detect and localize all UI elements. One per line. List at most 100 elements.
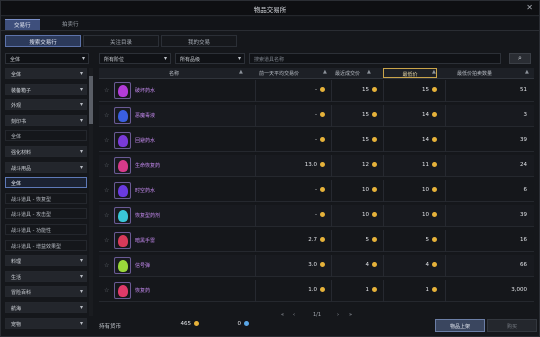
first-page-button[interactable]: « bbox=[281, 312, 284, 318]
item-icon bbox=[114, 282, 131, 299]
avg-price-value: 2.7 bbox=[308, 237, 317, 243]
close-icon[interactable]: ✕ bbox=[526, 3, 533, 12]
tier-dropdown[interactable]: 所有阶位 ▾ bbox=[99, 53, 171, 64]
avg-price-value: - bbox=[315, 187, 317, 193]
star-icon[interactable]: ☆ bbox=[104, 287, 109, 294]
header-lowest-price[interactable]: 最低价 bbox=[383, 68, 437, 78]
star-icon[interactable]: ☆ bbox=[104, 112, 109, 119]
sidebar-item[interactable]: 战斗道具 - 恢复型 bbox=[5, 192, 87, 204]
column-divider bbox=[383, 155, 384, 177]
last-page-button[interactable]: » bbox=[349, 312, 352, 318]
next-page-button[interactable]: › bbox=[337, 312, 339, 318]
chevron-down-icon: ▾ bbox=[79, 319, 83, 327]
lowest-price-value: 10 bbox=[422, 187, 429, 193]
register-item-button[interactable]: 物品上架 bbox=[435, 319, 485, 332]
table-row[interactable]: ☆ 破坏药水 - 15 15 51 bbox=[99, 80, 534, 102]
lowest-count-cell: 16 bbox=[520, 237, 527, 243]
sidebar-item[interactable]: 外观 ▾ bbox=[5, 99, 87, 111]
header-name[interactable]: 名称 bbox=[169, 70, 179, 77]
search-input[interactable]: 搜索道具名称 bbox=[249, 53, 501, 64]
sidebar-item[interactable]: 全体 bbox=[5, 130, 87, 142]
column-divider bbox=[255, 205, 256, 227]
column-divider bbox=[255, 180, 256, 202]
recent-price-cell: 10 bbox=[335, 187, 377, 193]
category-dropdown[interactable]: 全体 ▾ bbox=[5, 53, 89, 64]
star-icon[interactable]: ☆ bbox=[104, 212, 109, 219]
tab-search-trade[interactable]: 搜索交易行 bbox=[5, 35, 81, 47]
avg-price-value: - bbox=[315, 137, 317, 143]
sort-icon[interactable]: ▲ bbox=[367, 69, 371, 75]
tab-trade[interactable]: 交易行 bbox=[5, 19, 40, 30]
sort-icon[interactable]: ▲ bbox=[239, 69, 243, 75]
gold-coin-icon bbox=[372, 112, 377, 117]
sidebar-item-label: 全体 bbox=[11, 181, 22, 188]
sidebar-item[interactable]: 战斗道具 - 攻击型 bbox=[5, 208, 87, 220]
column-divider bbox=[331, 205, 332, 227]
header-lowest-count[interactable]: 最低价拍卖数量 bbox=[457, 70, 492, 77]
search-button[interactable]: ⌕ bbox=[509, 53, 531, 64]
star-icon[interactable]: ☆ bbox=[104, 187, 109, 194]
recent-price-value: 1 bbox=[365, 287, 370, 293]
sidebar-item[interactable]: 生活 ▾ bbox=[5, 270, 87, 282]
item-icon bbox=[114, 82, 131, 99]
gold-coin-icon bbox=[432, 162, 437, 167]
table-row[interactable]: ☆ 恢复型药剂 - 10 10 39 bbox=[99, 205, 534, 227]
star-icon[interactable]: ☆ bbox=[104, 162, 109, 169]
lowest-price-value: 14 bbox=[422, 112, 429, 118]
star-icon[interactable]: ☆ bbox=[104, 87, 109, 94]
header-avg-price[interactable]: 前一天平均交易价 bbox=[259, 70, 299, 77]
gold-coin-icon bbox=[432, 187, 437, 192]
sidebar-item[interactable]: 冒险百科 ▾ bbox=[5, 286, 87, 298]
table-row[interactable]: ☆ 恶魔毒液 - 15 14 3 bbox=[99, 105, 534, 127]
tab-watchlist[interactable]: 关注目录 bbox=[83, 35, 159, 47]
sidebar-item-label: 全体 bbox=[11, 72, 22, 78]
sidebar-item-label: 战斗道具 - 功能性 bbox=[11, 228, 51, 234]
sidebar-item[interactable]: 全体 ▾ bbox=[5, 68, 87, 79]
table-row[interactable]: ☆ 暗黑手雷 2.7 5 5 16 bbox=[99, 230, 534, 252]
avg-price-cell: 3.0 bbox=[265, 262, 325, 268]
sidebar-item[interactable]: 宠物 ▾ bbox=[5, 317, 87, 329]
column-divider bbox=[255, 80, 256, 102]
table-row[interactable]: ☆ 信号弹 3.0 4 4 66 bbox=[99, 255, 534, 277]
lowest-count-cell: 3,000 bbox=[511, 287, 527, 293]
tab-auction[interactable]: 拍卖行 bbox=[53, 19, 88, 30]
table-row[interactable]: ☆ 回避药水 - 15 14 39 bbox=[99, 130, 534, 152]
column-divider bbox=[445, 180, 446, 202]
sidebar-item[interactable]: 刻印书 ▾ bbox=[5, 114, 87, 126]
sidebar-item[interactable]: 战斗用品 ▾ bbox=[5, 161, 87, 173]
table-header: 名称 ▲ 前一天平均交易价 ▲ 最近成交价 ▲ 最低价 ▲ 最低价拍卖数量 ▲ bbox=[99, 68, 534, 79]
lowest-price-value: 5 bbox=[425, 237, 430, 243]
sidebar-item[interactable]: 战斗道具 - 增益效果型 bbox=[5, 239, 87, 251]
column-divider bbox=[383, 280, 384, 302]
potion-icon bbox=[118, 135, 128, 147]
sidebar-item[interactable]: 料理 ▾ bbox=[5, 255, 87, 267]
table-row[interactable]: ☆ 生命恢复药 13.0 12 11 24 bbox=[99, 155, 534, 177]
sidebar-item[interactable]: 装备箱子 ▾ bbox=[5, 83, 87, 95]
grade-dropdown[interactable]: 所有品级 ▾ bbox=[175, 53, 245, 64]
potion-icon bbox=[118, 185, 128, 197]
scrollbar-thumb[interactable] bbox=[89, 76, 93, 124]
star-icon[interactable]: ☆ bbox=[104, 137, 109, 144]
star-icon[interactable]: ☆ bbox=[104, 262, 109, 269]
sidebar-item-label: 战斗用品 bbox=[11, 165, 32, 172]
column-divider bbox=[445, 255, 446, 277]
sort-icon[interactable]: ▲ bbox=[525, 69, 529, 75]
column-divider bbox=[445, 80, 446, 102]
header-recent-price[interactable]: 最近成交价 bbox=[335, 70, 360, 77]
column-divider bbox=[383, 180, 384, 202]
table-row[interactable]: ☆ 恢复药 1.0 1 1 3,000 bbox=[99, 280, 534, 302]
item-icon bbox=[114, 232, 131, 249]
lowest-price-value: 10 bbox=[422, 212, 429, 218]
prev-page-button[interactable]: ‹ bbox=[293, 312, 295, 318]
sort-icon[interactable]: ▲ bbox=[323, 69, 327, 75]
buy-button[interactable]: 购买 bbox=[487, 319, 537, 332]
sidebar-item[interactable]: 强化材料 ▾ bbox=[5, 146, 87, 157]
sort-icon[interactable]: ▲ bbox=[432, 69, 436, 75]
sidebar-item[interactable]: 航海 ▾ bbox=[5, 302, 87, 313]
sidebar-scrollbar[interactable] bbox=[89, 68, 93, 316]
table-row[interactable]: ☆ 时空药水 - 10 10 6 bbox=[99, 180, 534, 202]
star-icon[interactable]: ☆ bbox=[104, 237, 109, 244]
sidebar-item[interactable]: 战斗道具 - 功能性 bbox=[5, 224, 87, 235]
tab-my-trades[interactable]: 我的交易 bbox=[161, 35, 237, 47]
sidebar-item[interactable]: 全体 bbox=[5, 177, 87, 189]
